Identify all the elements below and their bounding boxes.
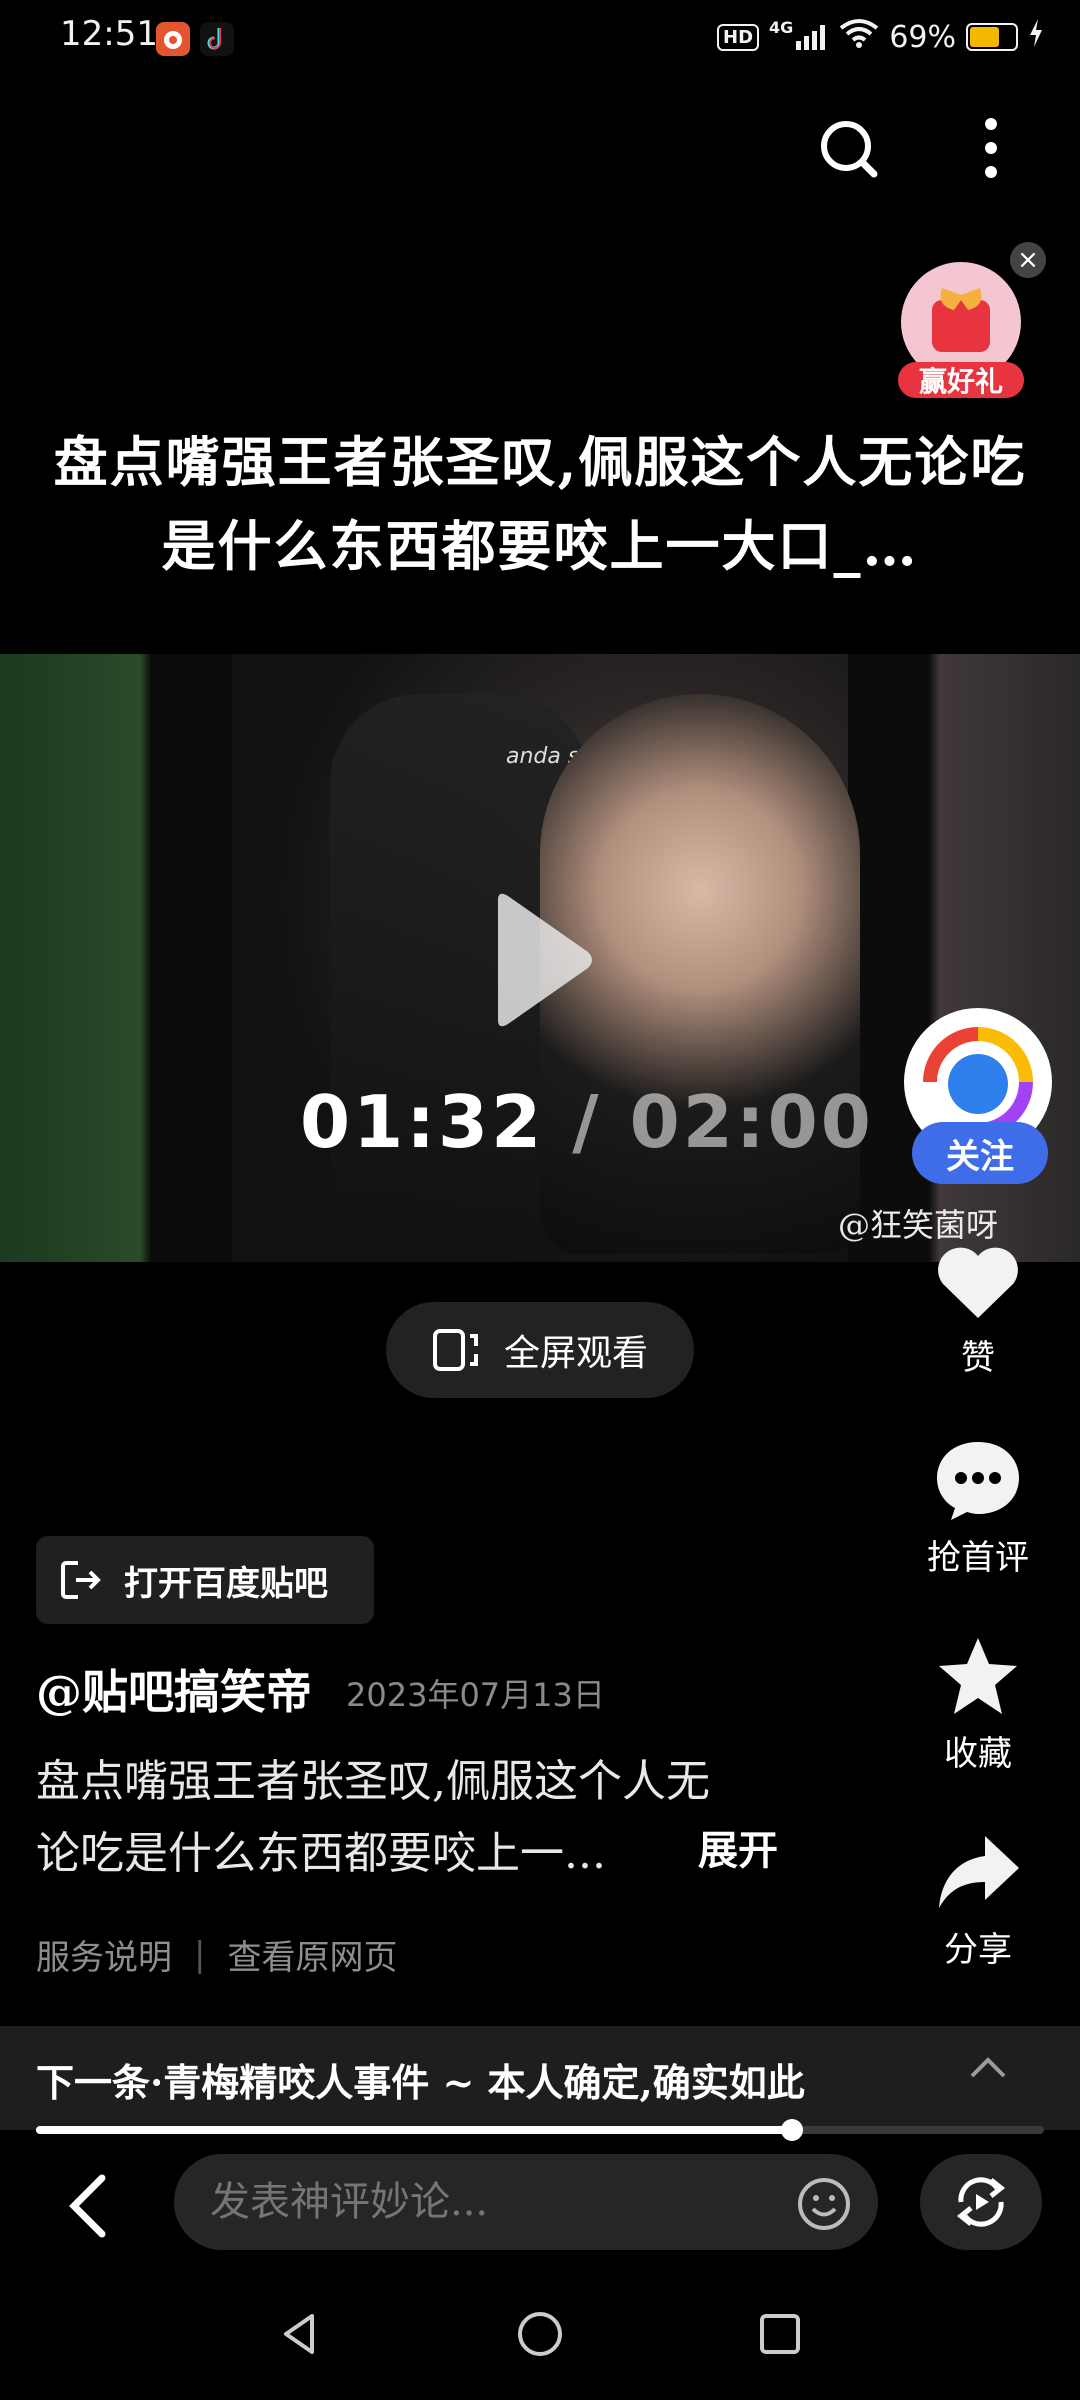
recents-square-icon	[760, 2314, 800, 2354]
prize-close-button[interactable]: ×	[1010, 242, 1046, 278]
weibo-icon	[156, 22, 190, 56]
share-icon	[939, 1836, 1019, 1908]
open-tieba-button[interactable]: 打开百度贴吧	[36, 1536, 374, 1624]
heart-icon	[938, 1247, 1018, 1318]
close-icon: ×	[1017, 245, 1039, 275]
total-time: 02:00	[629, 1080, 874, 1164]
description-line-2: 论吃是什么东西都要咬上一...	[36, 1828, 606, 1879]
back-button[interactable]	[60, 2170, 120, 2242]
share-label: 分享	[944, 1930, 1012, 1970]
poster-name[interactable]: @贴吧搞笑帝	[36, 1656, 312, 1722]
progress-knob[interactable]	[781, 2119, 803, 2141]
triangle-back-icon	[284, 2314, 314, 2354]
more-vertical-icon	[985, 118, 997, 178]
charging-icon	[1028, 19, 1044, 55]
refresh-play-icon	[956, 2177, 1006, 2227]
more-button[interactable]	[966, 110, 1016, 190]
douyin-icon	[200, 22, 234, 56]
service-link[interactable]: 服务说明	[36, 1930, 172, 1979]
play-icon	[498, 893, 592, 1027]
link-separator: |	[194, 1934, 206, 1975]
favorite-button[interactable]: 收藏	[898, 1634, 1058, 1775]
status-bar: 12:51 HD 4G 69%	[0, 0, 1080, 80]
emoji-icon	[798, 2178, 850, 2230]
wifi-icon	[839, 18, 879, 56]
back-arrow-icon	[69, 2174, 106, 2238]
hd-icon: HD	[717, 23, 760, 51]
nav-back-button[interactable]	[272, 2306, 328, 2362]
progress-bar[interactable]	[36, 2119, 1044, 2141]
battery-percent: 69%	[889, 19, 956, 55]
play-button[interactable]	[488, 890, 598, 1034]
comment-icon	[937, 1442, 1019, 1520]
fullscreen-label: 全屏观看	[503, 1333, 648, 1374]
status-time: 12:51	[60, 14, 158, 54]
comment-label: 抢首评	[927, 1538, 1029, 1578]
chevron-up-icon	[970, 2057, 1006, 2078]
source-link[interactable]: 查看原网页	[227, 1930, 397, 1979]
open-app-icon	[61, 1561, 101, 1599]
prize-label: 赢好礼	[918, 365, 1003, 398]
follow-button[interactable]: 关注	[912, 1122, 1048, 1184]
expand-button[interactable]: 展开	[698, 1818, 778, 1876]
status-indicators: HD 4G 69%	[717, 18, 1044, 56]
post-date: 2023年07月13日	[346, 1676, 605, 1714]
video-title: 盘点嘴强王者张圣叹,佩服这个人无论吃是什么东西都要咬上一大口_…	[53, 430, 1027, 578]
star-icon	[939, 1638, 1017, 1714]
share-button[interactable]: 分享	[898, 1830, 1058, 1971]
video-time: 01:32 / 02:00	[300, 1080, 874, 1164]
search-button[interactable]	[810, 110, 890, 190]
open-tieba-label: 打开百度贴吧	[124, 1563, 328, 1604]
post-links: 服务说明 | 查看原网页	[36, 1930, 397, 1979]
current-time: 01:32	[300, 1080, 545, 1164]
next-video-label[interactable]: 下一条·青梅精咬人事件 ~ 本人确定,确实如此	[36, 2052, 805, 2107]
nav-home-button[interactable]	[512, 2306, 568, 2362]
nav-recents-button[interactable]	[752, 2306, 808, 2362]
fullscreen-button[interactable]: 全屏观看	[386, 1302, 694, 1398]
battery-fill	[970, 27, 999, 47]
comment-button[interactable]: 抢首评	[898, 1438, 1058, 1579]
author-handle[interactable]: @狂笑菌呀	[838, 1200, 998, 1246]
fullscreen-icon	[432, 1329, 478, 1371]
emoji-button[interactable]	[796, 2176, 852, 2232]
signal-icon: 4G	[769, 18, 829, 51]
like-label: 赞	[961, 1338, 995, 1378]
network-label: 4G	[769, 18, 794, 37]
post-description: 盘点嘴强王者张圣叹,佩服这个人无 论吃是什么东西都要咬上一...	[36, 1746, 796, 1890]
description-line-1: 盘点嘴强王者张圣叹,佩服这个人无	[36, 1756, 710, 1807]
comment-input[interactable]	[174, 2154, 878, 2250]
collapse-button[interactable]	[966, 2048, 1010, 2092]
progress-fill	[36, 2126, 792, 2134]
repost-button[interactable]	[920, 2154, 1042, 2250]
prize-badge[interactable]: 赢好礼	[894, 260, 1028, 400]
home-circle-icon	[518, 2312, 562, 2356]
battery-icon	[966, 23, 1018, 51]
favorite-label: 收藏	[944, 1734, 1012, 1774]
search-icon	[821, 121, 878, 178]
time-separator: /	[572, 1080, 602, 1164]
like-button[interactable]: 赞	[898, 1244, 1058, 1379]
